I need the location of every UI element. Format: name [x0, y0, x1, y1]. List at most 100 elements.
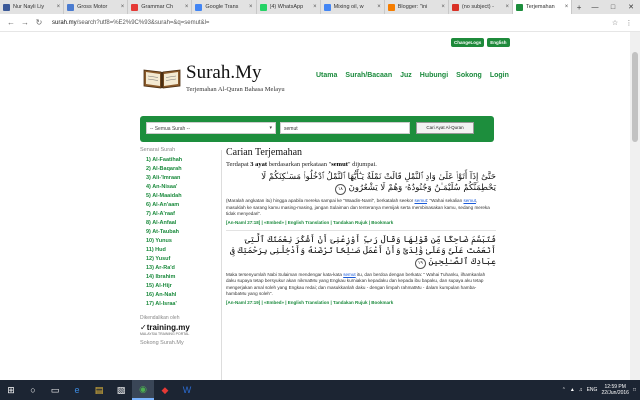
- nav-utama[interactable]: Utama: [316, 72, 337, 79]
- highlight-term[interactable]: semut: [343, 272, 356, 277]
- network-icon[interactable]: ▲: [570, 387, 575, 393]
- search-icon[interactable]: ○: [22, 380, 44, 400]
- nav-juz[interactable]: Juz: [400, 72, 412, 79]
- browser-tab-label: Grammar Ch: [141, 4, 174, 10]
- sidebar-surah-item[interactable]: 3) Ali-'Imraan: [140, 174, 216, 183]
- search-input[interactable]: semut: [280, 122, 410, 134]
- tab-close-icon[interactable]: ×: [441, 4, 445, 10]
- browser-tab[interactable]: Blogger: "ini ×: [385, 0, 449, 14]
- browser-tab-label: Mixing oil, w: [333, 4, 364, 10]
- browser-tab[interactable]: Grammar Ch ×: [128, 0, 193, 14]
- highlight-term[interactable]: semut: [463, 198, 476, 203]
- tab-close-icon[interactable]: ×: [505, 4, 509, 10]
- nav-hubungi[interactable]: Hubungi: [420, 72, 448, 79]
- search-results: Carian Terjemahan Terdapat 3 ayat berdas…: [226, 147, 496, 380]
- browser-tab[interactable]: Nur Nayli Liy ×: [0, 0, 65, 14]
- sponsor-subtitle: MALAYSIA TRAINING PORTAL: [140, 332, 190, 336]
- sidebar-surah-item[interactable]: 16) An-Nahl: [140, 291, 216, 300]
- sidebar-surah-item[interactable]: 10) Yunus: [140, 237, 216, 246]
- nav-sokong[interactable]: Sokong: [456, 72, 482, 79]
- sidebar-surah-item[interactable]: 12) Yusuf: [140, 255, 216, 264]
- sponsor-name: training.my: [146, 323, 190, 332]
- browser-tab[interactable]: Google Trans ×: [192, 0, 257, 14]
- minimize-icon[interactable]: —: [586, 4, 604, 11]
- sidebar-surah-item[interactable]: 17) Al-Israa': [140, 300, 216, 309]
- tab-close-icon[interactable]: ×: [121, 4, 125, 10]
- forward-icon[interactable]: →: [18, 18, 32, 27]
- windows-start-icon[interactable]: ⊞: [0, 380, 22, 400]
- search-button[interactable]: Cari Ayat Al-Quran: [416, 122, 474, 134]
- tab-close-icon[interactable]: ×: [377, 4, 381, 10]
- url-field[interactable]: surah.my/search?utf8=%E2%9C%93&surah=&q=…: [52, 20, 608, 26]
- sidebar-surah-item[interactable]: 11) Hud: [140, 246, 216, 255]
- sidebar-surah-item[interactable]: 8) Al-Anfaal: [140, 219, 216, 228]
- sidebar-surah-item[interactable]: 13) Ar-Ra'd: [140, 264, 216, 273]
- browser-tab[interactable]: Gross Motor ×: [64, 0, 129, 14]
- reload-icon[interactable]: ↻: [32, 18, 46, 27]
- close-window-icon[interactable]: ✕: [622, 3, 640, 11]
- volume-icon[interactable]: ♫: [579, 387, 583, 393]
- ayah-number-icon: ١٩: [414, 257, 426, 269]
- sponsor-logo[interactable]: ✓training.my: [140, 323, 216, 332]
- sidebar-surah-item[interactable]: 14) Ibrahim: [140, 273, 216, 282]
- english-button[interactable]: English: [487, 38, 510, 47]
- site-brand[interactable]: Surah.My: [186, 62, 261, 84]
- sidebar-surah-item[interactable]: 5) Al-Maaidah: [140, 192, 216, 201]
- app-icon[interactable]: ◆: [154, 380, 176, 400]
- favicon-icon: [67, 3, 75, 11]
- browser-tab-label: (no subject) -: [461, 4, 494, 10]
- notifications-icon[interactable]: □: [633, 387, 636, 393]
- sidebar-surah-item[interactable]: 4) An-Nisaa': [140, 183, 216, 192]
- back-icon[interactable]: ←: [4, 18, 18, 27]
- nav-surah-bacaan[interactable]: Surah/Bacaan: [345, 72, 392, 79]
- sidebar-surah-item[interactable]: 7) Al-A'raaf: [140, 210, 216, 219]
- star-icon[interactable]: ☆: [608, 19, 622, 27]
- file-explorer-icon[interactable]: ▤: [88, 380, 110, 400]
- sidebar-surah-item[interactable]: 2) Al-Baqarah: [140, 165, 216, 174]
- nav-login[interactable]: Login: [490, 72, 509, 79]
- new-tab-button[interactable]: +: [572, 0, 586, 14]
- chevron-up-icon[interactable]: ⌃: [562, 387, 566, 393]
- tab-close-icon[interactable]: ×: [57, 4, 61, 10]
- tab-close-icon[interactable]: ×: [313, 4, 317, 10]
- browser-tab[interactable]: (no subject) - ×: [449, 0, 513, 14]
- word-icon[interactable]: W: [176, 380, 198, 400]
- sidebar-surah-item[interactable]: 1) Al-Faatihah: [140, 156, 216, 165]
- browser-tab-label: Terjemahan: [526, 4, 555, 10]
- summary-post: " dijumpai.: [347, 161, 377, 168]
- page-scrollbar[interactable]: [630, 32, 640, 380]
- translation-text: Maka tersenyumlah Nabi Sulaiman mendenga…: [226, 272, 496, 298]
- top-buttons: ChangeLogs English: [451, 38, 510, 47]
- highlight-term[interactable]: semut: [414, 198, 427, 203]
- sponsor-heading: Dikendalikan oleh: [140, 315, 180, 321]
- tab-close-icon[interactable]: ×: [565, 4, 569, 10]
- chrome-icon[interactable]: ◉: [132, 380, 154, 400]
- changelogs-button[interactable]: ChangeLogs: [451, 38, 485, 47]
- tab-close-icon[interactable]: ×: [249, 4, 253, 10]
- language-indicator[interactable]: ENG: [587, 387, 598, 393]
- menu-icon[interactable]: ⋮: [622, 19, 636, 27]
- surah-select[interactable]: -- Semua Surah -- ▾: [146, 122, 276, 134]
- browser-tab-strip: Nur Nayli Liy × Gross Motor × Grammar Ch × Goo…: [0, 0, 640, 14]
- favicon-icon: [516, 3, 523, 11]
- scrollbar-thumb[interactable]: [632, 52, 638, 142]
- favicon-icon: [195, 3, 203, 11]
- sidebar-surah-item[interactable]: 6) Al-An'aam: [140, 201, 216, 210]
- clock[interactable]: 12:59 PM 22/Jun/2016: [601, 384, 629, 396]
- browser-tab[interactable]: (4) WhatsApp ×: [257, 0, 321, 14]
- browser-tab-label: (4) WhatsApp: [269, 4, 304, 10]
- browser-tab[interactable]: Terjemahan ×: [513, 0, 573, 14]
- edge-icon[interactable]: e: [66, 380, 88, 400]
- result-links[interactable]: [An-Naml 27:18] | «Embed» | English Tran…: [226, 220, 496, 225]
- url-host: surah.my: [52, 19, 77, 26]
- sidebar-surah-item[interactable]: 15) Al-Hijr: [140, 282, 216, 291]
- maximize-icon[interactable]: □: [604, 4, 622, 11]
- store-icon[interactable]: ▧: [110, 380, 132, 400]
- result-links[interactable]: [An-Naml 27:19] | «Embed» | English Tran…: [226, 300, 496, 305]
- browser-tab[interactable]: Mixing oil, w ×: [321, 0, 385, 14]
- task-view-icon[interactable]: ▭: [44, 380, 66, 400]
- sidebar-surah-item[interactable]: 9) At-Taubah: [140, 228, 216, 237]
- favicon-icon: [3, 3, 10, 11]
- tab-close-icon[interactable]: ×: [185, 4, 189, 10]
- surah-list: 1) Al-Faatihah 2) Al-Baqarah 3) Ali-'Imraa…: [140, 156, 216, 309]
